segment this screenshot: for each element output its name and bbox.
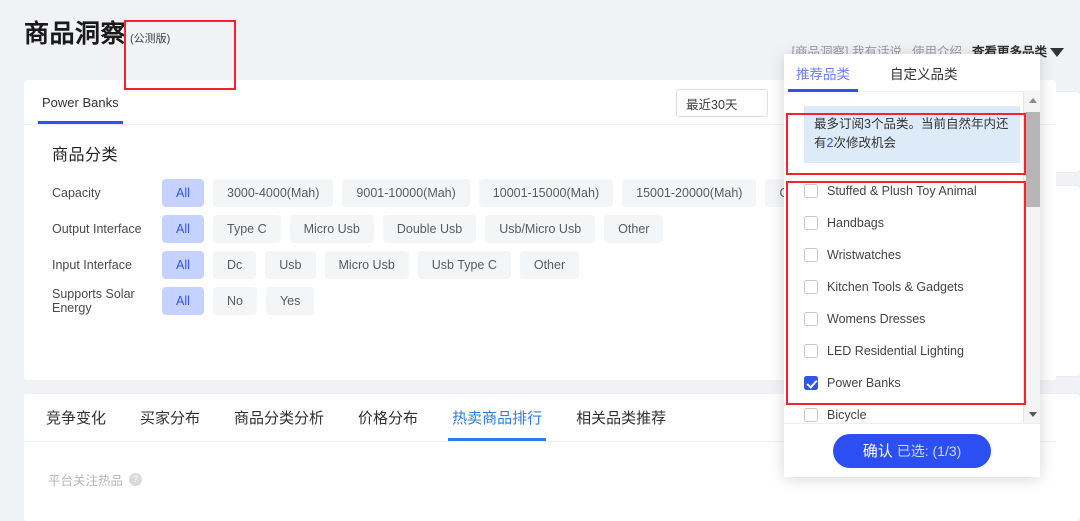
filter-chips-output-interface: All Type C Micro Usb Double Usb Usb/Micr…	[162, 215, 664, 243]
list-item[interactable]: Bicycle	[804, 402, 1040, 423]
confirm-selected-count: 已选: (1/3)	[896, 442, 962, 459]
list-item-label: Stuffed & Plush Toy Animal	[827, 183, 977, 198]
tab-price-distribution[interactable]: 价格分布	[358, 394, 418, 441]
chip-output-other[interactable]: Other	[604, 215, 664, 243]
tab-power-banks[interactable]: Power Banks	[38, 80, 123, 124]
help-icon[interactable]: ?	[129, 473, 143, 486]
tab-hot-product-ranking[interactable]: 热卖商品排行	[448, 394, 547, 441]
scroll-down-arrow-icon[interactable]	[1024, 406, 1040, 423]
chip-capacity-2[interactable]: 9001-10000(Mah)	[342, 179, 470, 207]
chip-output-all[interactable]: All	[162, 215, 204, 243]
checkbox-icon[interactable]	[804, 279, 818, 294]
checkbox-icon[interactable]	[804, 343, 818, 358]
filter-chips-solar: All No Yes	[162, 287, 315, 315]
date-range-select[interactable]: 最近30天	[676, 89, 768, 117]
dropdown-footer: 确认 已选: (1/3)	[784, 423, 1040, 477]
list-item-label: Power Banks	[827, 375, 901, 390]
app-page: 商品洞察 (公测版) [商品洞察] 我有话说 使用介绍 查看更多品类 Power…	[0, 0, 1080, 521]
category-dropdown-panel: 推荐品类 自定义品类 最多订阅3个品类。当前自然年内还有2次修改机会 Stuff…	[784, 54, 1040, 477]
tab-custom-categories[interactable]: 自定义品类	[890, 54, 958, 91]
filter-chips-capacity: All 3000-4000(Mah) 9001-10000(Mah) 10001…	[162, 179, 825, 207]
page-title-subtitle: (公测版)	[130, 33, 171, 45]
chip-input-3[interactable]: Micro Usb	[324, 251, 409, 279]
chip-input-4[interactable]: Usb Type C	[417, 251, 511, 279]
dropdown-scrollbar[interactable]	[1023, 92, 1040, 423]
chip-capacity-1[interactable]: 3000-4000(Mah)	[213, 179, 334, 207]
chip-input-1[interactable]: Dc	[213, 251, 257, 279]
list-item[interactable]: Womens Dresses	[804, 306, 1040, 332]
scrollbar-thumb[interactable]	[1026, 112, 1040, 207]
chip-capacity-3[interactable]: 10001-15000(Mah)	[478, 179, 614, 207]
list-item[interactable]: Power Banks	[804, 370, 1040, 396]
list-item-label: LED Residential Lighting	[827, 343, 964, 358]
list-item[interactable]: Stuffed & Plush Toy Animal	[804, 178, 1040, 204]
checkbox-icon[interactable]	[804, 183, 818, 198]
category-checkbox-list: Stuffed & Plush Toy Animal Handbags Wris…	[784, 178, 1040, 423]
confirm-button[interactable]: 确认 已选: (1/3)	[832, 433, 992, 468]
dropdown-scroll-area: 最多订阅3个品类。当前自然年内还有2次修改机会 Stuffed & Plush …	[784, 92, 1040, 423]
chevron-down-icon	[1050, 48, 1064, 58]
list-item[interactable]: Kitchen Tools & Gadgets	[804, 274, 1040, 300]
chip-output-2[interactable]: Micro Usb	[289, 215, 374, 243]
list-item[interactable]: LED Residential Lighting	[804, 338, 1040, 364]
filter-label-input-interface: Input Interface	[52, 258, 132, 272]
list-item-label: Wristwatches	[827, 247, 902, 262]
chip-solar-yes[interactable]: Yes	[265, 287, 315, 315]
list-item-label: Kitchen Tools & Gadgets	[827, 279, 964, 294]
checkbox-icon[interactable]	[804, 311, 818, 326]
checkbox-checked-icon[interactable]	[804, 375, 818, 390]
tab-category-analysis[interactable]: 商品分类分析	[234, 394, 324, 441]
filter-chips-input-interface: All Dc Usb Micro Usb Usb Type C Other	[162, 251, 580, 279]
dropdown-tabbar: 推荐品类 自定义品类	[784, 54, 1040, 92]
checkbox-icon[interactable]	[804, 407, 818, 422]
page-header: 商品洞察 (公测版)	[24, 14, 170, 50]
list-item[interactable]: Handbags	[804, 210, 1040, 236]
chip-solar-no[interactable]: No	[213, 287, 257, 315]
tab-recommended-categories[interactable]: 推荐品类	[788, 54, 858, 92]
filter-label-capacity: Capacity	[52, 186, 101, 200]
filter-label-output-interface: Output Interface	[52, 222, 142, 236]
chip-input-other[interactable]: Other	[519, 251, 580, 279]
chip-capacity-all[interactable]: All	[162, 179, 204, 207]
checkbox-icon[interactable]	[804, 247, 818, 262]
chip-input-2[interactable]: Usb	[265, 251, 316, 279]
confirm-button-label: 确认	[862, 443, 893, 460]
chip-input-all[interactable]: All	[162, 251, 204, 279]
tab-related-category-recommend[interactable]: 相关品类推荐	[576, 394, 666, 441]
chip-solar-all[interactable]: All	[162, 287, 204, 315]
chip-output-4[interactable]: Usb/Micro Usb	[485, 215, 596, 243]
checkbox-icon[interactable]	[804, 215, 818, 230]
list-item-label: Bicycle	[827, 407, 867, 422]
chip-capacity-4[interactable]: 15001-20000(Mah)	[622, 179, 757, 207]
subscription-notice: 最多订阅3个品类。当前自然年内还有2次修改机会	[804, 106, 1020, 163]
list-item-label: Womens Dresses	[827, 311, 926, 326]
page-title: 商品洞察	[24, 20, 127, 48]
chip-output-1[interactable]: Type C	[213, 215, 281, 243]
tab-buyer-distribution[interactable]: 买家分布	[140, 394, 200, 441]
chip-output-3[interactable]: Double Usb	[382, 215, 477, 243]
list-item[interactable]: Wristwatches	[804, 242, 1040, 268]
notice-part2: 次修改机会	[833, 136, 896, 151]
list-item-label: Handbags	[827, 215, 884, 230]
tab-competition-change[interactable]: 竞争变化	[46, 394, 106, 441]
scroll-up-arrow-icon[interactable]	[1024, 92, 1040, 109]
section-title: 平台关注热品	[48, 474, 124, 488]
filter-label-solar: Supports Solar Energy	[52, 287, 135, 315]
